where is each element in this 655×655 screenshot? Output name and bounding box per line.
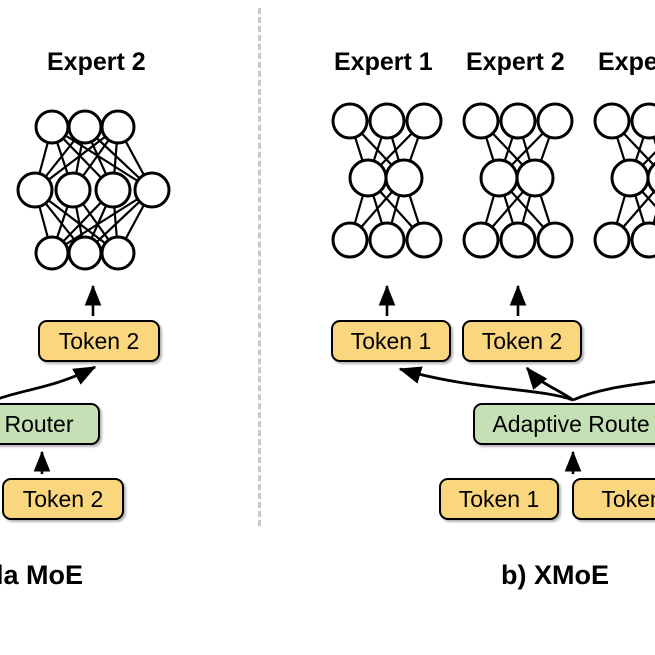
panel-caption-right: b) XMoE <box>501 560 609 590</box>
figure-canvas: Expert 2 Token 2 Router Token 2 la MoE E… <box>0 0 655 655</box>
arrow-right-router-to-token3 <box>572 380 655 402</box>
arrows-right <box>378 284 655 474</box>
